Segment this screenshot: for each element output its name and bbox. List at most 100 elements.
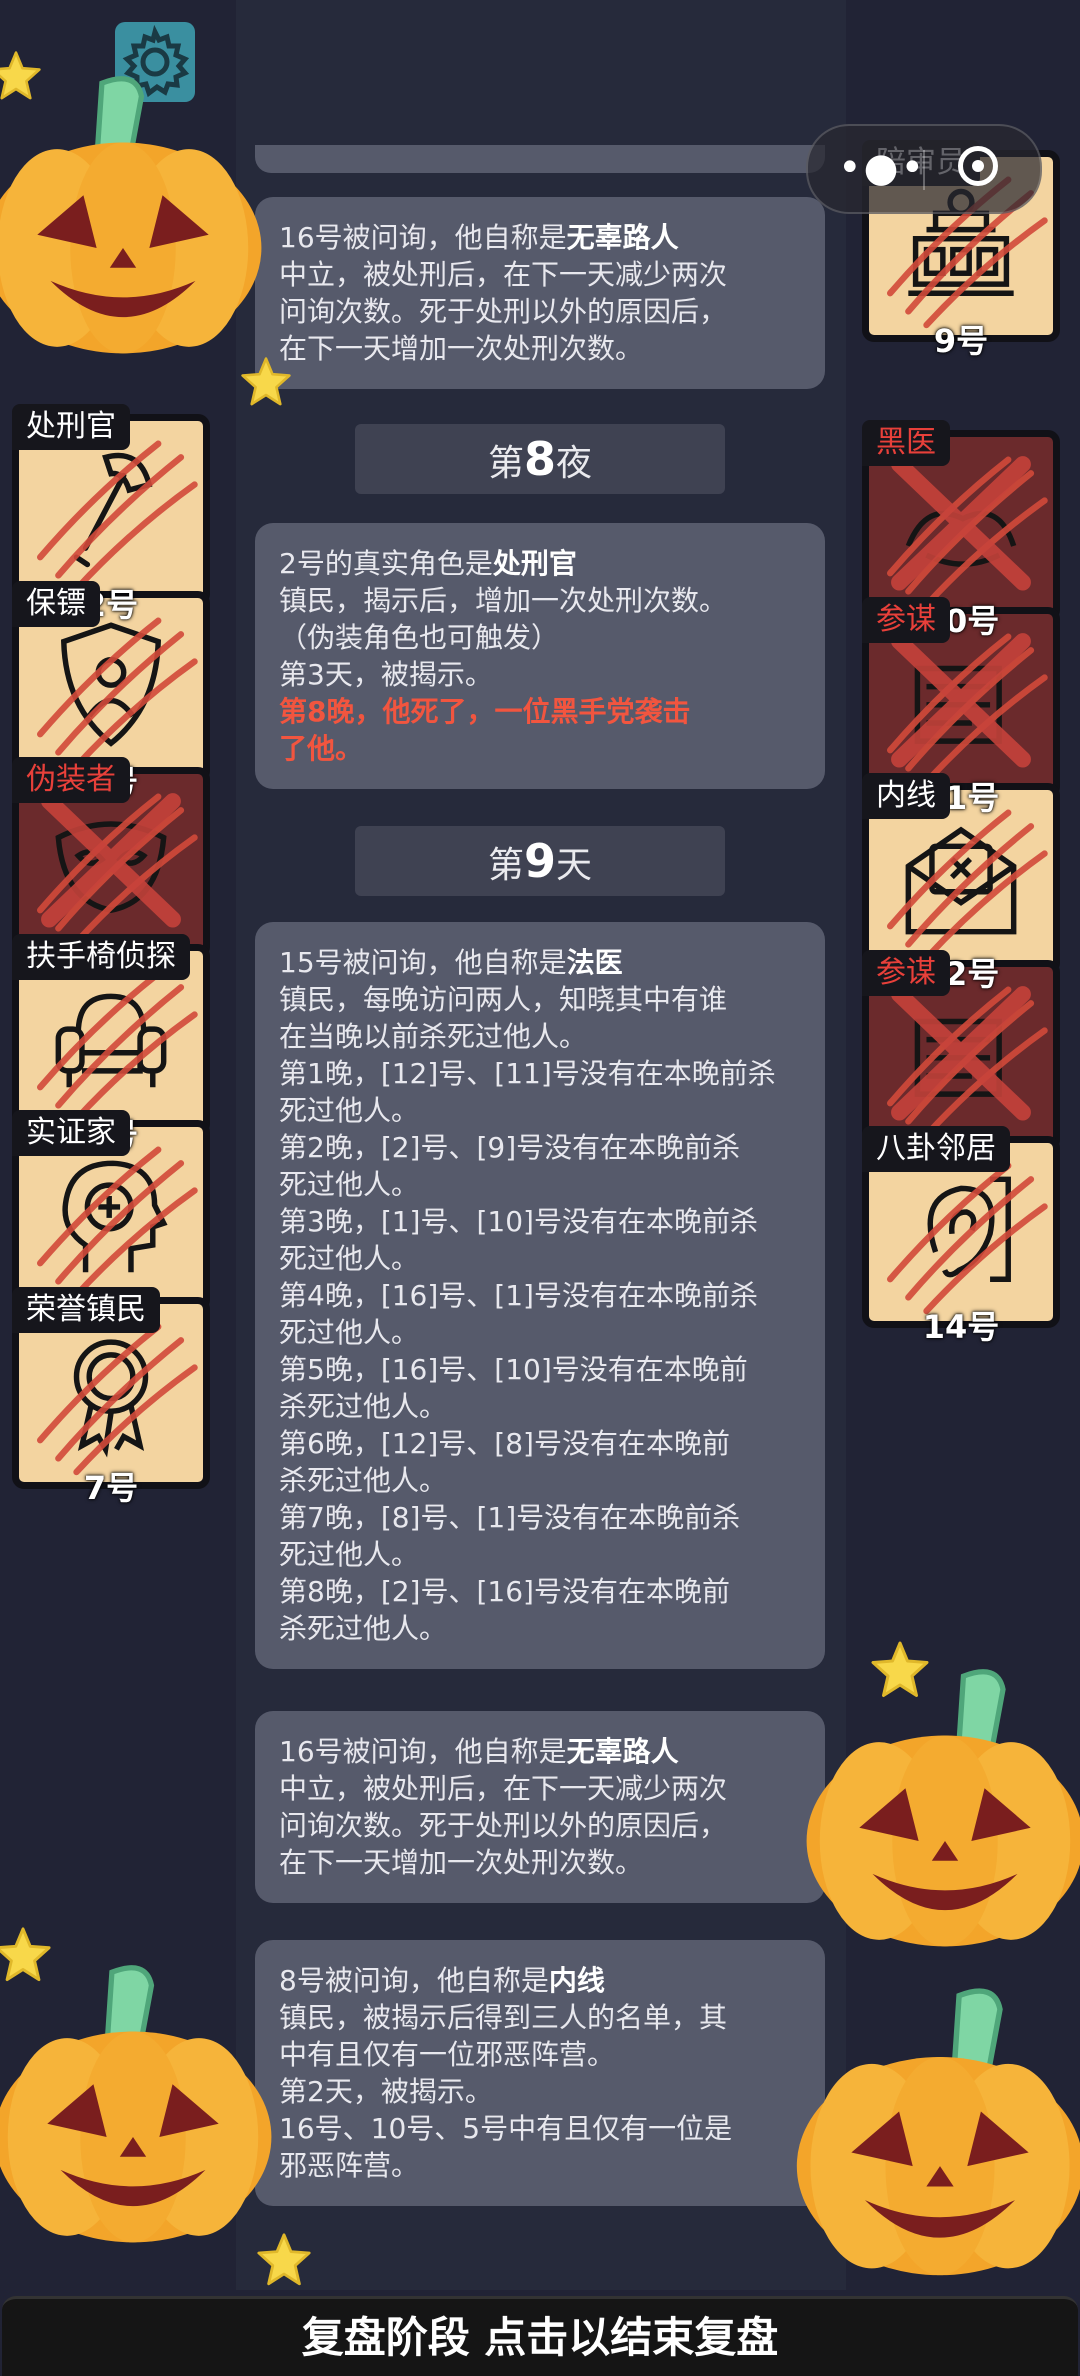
claimed-role: 内线: [548, 1964, 605, 1997]
log-line: 死过他人。: [279, 1240, 803, 1277]
log-text: 邪恶阵营。: [279, 2149, 420, 2182]
log-line: 15号被问询，他自称是法医: [279, 944, 803, 981]
log-text: 第2天，被揭示。: [279, 2075, 493, 2108]
log-text: 镇民，揭示后，增加一次处刑次数。: [279, 584, 728, 617]
log-text: 16号被问询，他自称是: [279, 1735, 567, 1768]
log-line: 问询次数。死于处刑以外的原因后，: [279, 1807, 803, 1844]
role-name: 处刑官: [12, 404, 130, 450]
log-card: 15号被问询，他自称是法医 镇民，每晚访问两人，知晓其中有谁 在当晚以前杀死过他人。…: [255, 922, 825, 1669]
role-name: 参谋: [862, 950, 950, 996]
log-line: 中立，被处刑后，在下一天减少两次: [279, 256, 803, 293]
log-text: 杀死过他人。: [279, 1390, 448, 1423]
log-line: 邪恶阵营。: [279, 2147, 803, 2184]
log-line: 16号、10号、5号中有且仅有一位是: [279, 2110, 803, 2147]
star-icon: [870, 1640, 930, 1704]
log-line: 第4晚，[16]号、[1]号没有在本晚前杀: [279, 1277, 803, 1314]
log-text: 2号的真实角色是: [279, 547, 493, 580]
star-icon: [0, 1926, 52, 1988]
claimed-role: 无辜路人: [566, 1735, 679, 1768]
log-text: 第8晚，[2]号、[16]号没有在本晚前: [279, 1575, 730, 1608]
log-line: 第2天，被揭示。: [279, 2073, 803, 2110]
log-text: 第6晚，[12]号、[8]号没有在本晚前: [279, 1427, 730, 1460]
settings-button[interactable]: [115, 22, 195, 102]
log-card: 16号被问询，他自称是无辜路人 中立，被处刑后，在下一天减少两次 问询次数。死于处刑…: [255, 1711, 825, 1903]
log-line: 镇民，每晚访问两人，知晓其中有谁: [279, 981, 803, 1018]
phase-prefix: 第: [487, 443, 524, 484]
phase-header: 第9天: [355, 826, 725, 896]
log-line: 死过他人。: [279, 1092, 803, 1129]
log-text: 问询次数。死于处刑以外的原因后，: [279, 295, 728, 328]
player-number: 14号: [922, 1308, 1000, 1346]
phase-prefix: 第: [487, 845, 524, 886]
log-line: 杀死过他人。: [279, 1610, 803, 1647]
log-text: 死过他人。: [279, 1316, 420, 1349]
log-line: 死过他人。: [279, 1166, 803, 1203]
log-line: 第5晚，[16]号、[10]号没有在本晚前: [279, 1351, 803, 1388]
log-text: 死过他人。: [279, 1168, 420, 1201]
log-line: 第6晚，[12]号、[8]号没有在本晚前: [279, 1425, 803, 1462]
log-line: 第1晚，[12]号、[11]号没有在本晚前杀: [279, 1055, 803, 1092]
role-name: 伪装者: [12, 757, 130, 803]
gear-icon: [122, 24, 190, 98]
role-name: 八卦邻居: [862, 1126, 1010, 1172]
log-line: 第7晚，[8]号、[1]号没有在本晚前杀: [279, 1499, 803, 1536]
log-text: 15号被问询，他自称是: [279, 946, 567, 979]
phase-header: 第8夜: [355, 424, 725, 494]
player-number: 7号: [83, 1469, 139, 1507]
close-circle-icon[interactable]: [958, 146, 998, 186]
log-line: 死过他人。: [279, 1314, 803, 1351]
claimed-role: 无辜路人: [566, 221, 679, 254]
log-text: （伪装角色也可触发）: [279, 621, 560, 654]
more-dots-icon[interactable]: •●•: [838, 148, 926, 188]
log-text: 第4晚，[16]号、[1]号没有在本晚前杀: [279, 1279, 758, 1312]
log-line: 中立，被处刑后，在下一天减少两次: [279, 1770, 803, 1807]
log-text: 第5晚，[16]号、[10]号没有在本晚前: [279, 1353, 748, 1386]
role-name: 内线: [862, 773, 950, 819]
log-text: 镇民，被揭示后得到三人的名单，其: [279, 2001, 728, 2034]
log-card: 16号被问询，他自称是无辜路人 中立，被处刑后，在下一天减少两次 问询次数。死于处刑…: [255, 197, 825, 389]
log-line: 杀死过他人。: [279, 1388, 803, 1425]
star-icon: [0, 50, 42, 106]
log-text: 在下一天增加一次处刑次数。: [279, 332, 644, 365]
log-line: 中有且仅有一位邪恶阵营。: [279, 2036, 803, 2073]
log-line: 问询次数。死于处刑以外的原因后，: [279, 293, 803, 330]
log-line: 在下一天增加一次处刑次数。: [279, 330, 803, 367]
log-line: 第3天，被揭示。: [279, 656, 803, 693]
log-line: 死过他人。: [279, 1536, 803, 1573]
log-text: 死过他人。: [279, 1538, 420, 1571]
capsule-divider: [923, 150, 925, 190]
log-line: 镇民，被揭示后得到三人的名单，其: [279, 1999, 803, 2036]
log-text: 16号、10号、5号中有且仅有一位是: [279, 2112, 733, 2145]
role-name: 实证家: [12, 1110, 130, 1156]
log-text: 在下一天增加一次处刑次数。: [279, 1846, 644, 1879]
log-line: 杀死过他人。: [279, 1462, 803, 1499]
role-name: 黑医: [862, 420, 950, 466]
claimed-role: 处刑官: [492, 547, 577, 580]
log-line: 在下一天增加一次处刑次数。: [279, 1844, 803, 1881]
log-card: 8号被问询，他自称是内线 镇民，被揭示后得到三人的名单，其 中有且仅有一位邪恶阵营。…: [255, 1940, 825, 2206]
role-name: 参谋: [862, 597, 950, 643]
phase-number: 9: [523, 834, 556, 888]
log-text: 镇民，每晚访问两人，知晓其中有谁: [279, 983, 728, 1016]
log-text: 16号被问询，他自称是: [279, 221, 567, 254]
phase-number: 8: [523, 432, 556, 486]
death-notice: 第8晚，他死了，一位黑手党袭击: [279, 695, 691, 728]
end-review-button[interactable]: 复盘阶段 点击以结束复盘: [2, 2296, 1078, 2376]
phase-suffix: 夜: [556, 443, 593, 484]
log-line: 16号被问询，他自称是无辜路人: [279, 219, 803, 256]
log-text: 第1晚，[12]号、[11]号没有在本晚前杀: [279, 1057, 776, 1090]
player-number: 9号: [933, 322, 989, 360]
log-text: 第3晚，[1]号、[10]号没有在本晚前杀: [279, 1205, 758, 1238]
log-card: 2号的真实角色是处刑官镇民，揭示后，增加一次处刑次数。 （伪装角色也可触发） 第3天…: [255, 523, 825, 789]
log-text: 第3天，被揭示。: [279, 658, 493, 691]
log-line: 第8晚，[2]号、[16]号没有在本晚前: [279, 1573, 803, 1610]
log-line: 镇民，揭示后，增加一次处刑次数。: [279, 582, 803, 619]
log-text: 死过他人。: [279, 1094, 420, 1127]
log-text: 中立，被处刑后，在下一天减少两次: [279, 258, 728, 291]
role-name: 扶手椅侦探: [12, 934, 190, 980]
log-line: 8号被问询，他自称是内线: [279, 1962, 803, 1999]
log-text: 第7晚，[8]号、[1]号没有在本晚前杀: [279, 1501, 741, 1534]
log-text: 杀死过他人。: [279, 1612, 448, 1645]
role-name: 荣誉镇民: [12, 1287, 160, 1333]
log-text: 在当晚以前杀死过他人。: [279, 1020, 588, 1053]
